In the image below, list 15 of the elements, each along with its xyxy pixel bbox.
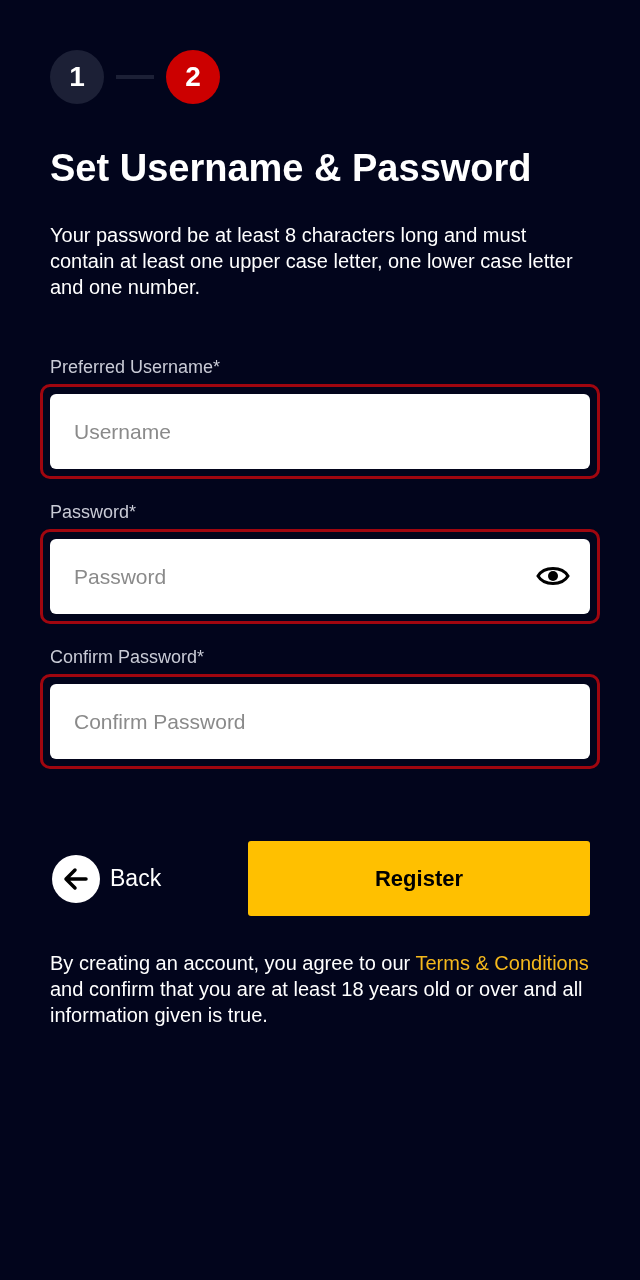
password-requirements: Your password be at least 8 characters long and must contain at least one upper case letter, one lower case letter and one number. xyxy=(50,223,574,300)
input-field[interactable]: Username xyxy=(50,394,590,469)
terms-notice: By creating an account, you agree to our Terms & Conditions and confirm that you are at least 18 years old or over and all information given is true. xyxy=(50,951,590,1028)
back-button[interactable]: Back xyxy=(50,854,162,903)
field-label: Preferred Username* xyxy=(50,356,222,378)
register-button[interactable]: Register xyxy=(248,841,590,916)
eye-icon[interactable] xyxy=(536,564,570,588)
step-indicator: 2 xyxy=(166,50,220,104)
input-field[interactable]: Password xyxy=(50,539,590,614)
input-field[interactable]: Confirm Password xyxy=(50,684,590,759)
field-label: Password* xyxy=(50,501,138,523)
step-indicator: 1 xyxy=(50,50,104,104)
field-label: Confirm Password* xyxy=(50,646,206,668)
page-title: Set Username & Password xyxy=(50,146,533,191)
terms-link[interactable]: Terms & Conditions xyxy=(415,952,589,974)
